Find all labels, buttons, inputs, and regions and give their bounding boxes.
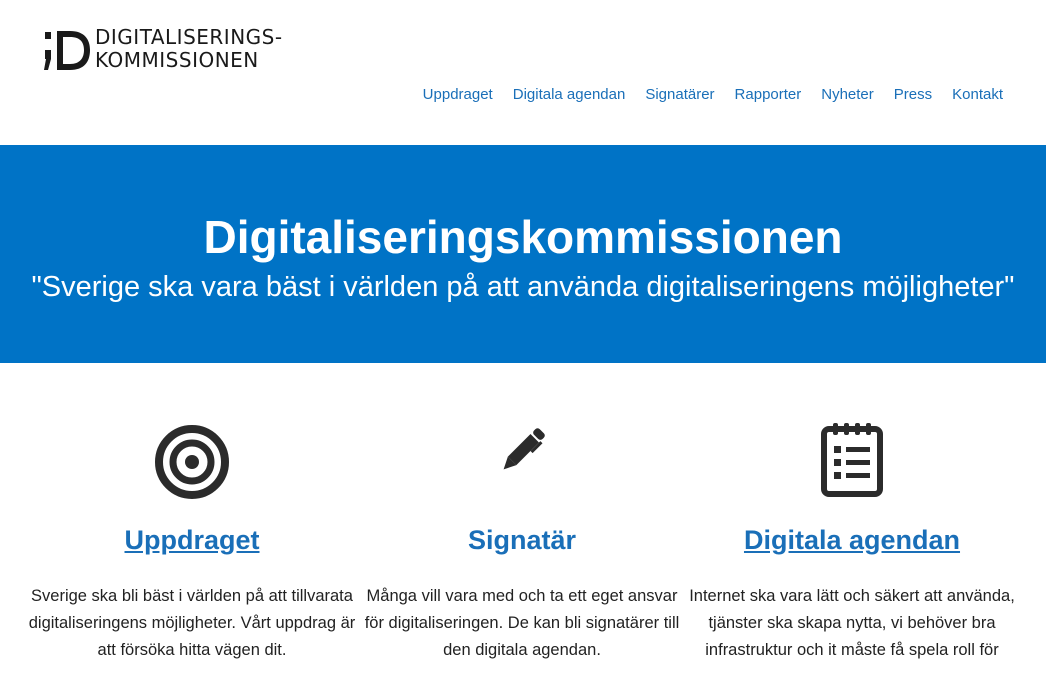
hero-subtitle: "Sverige ska vara bäst i världen på att … bbox=[31, 271, 1015, 303]
main-nav: Uppdraget Digitala agendan Signatärer Ra… bbox=[403, 86, 1003, 103]
feature-text-uppdraget: Sverige ska bli bäst i världen på att ti… bbox=[28, 587, 356, 659]
feature-columns: Uppdraget Sverige ska bli bäst i världen… bbox=[0, 363, 1046, 697]
feature-text-signatar: Många vill vara med och ta ett eget ansv… bbox=[364, 587, 680, 659]
nav-item-nyheter[interactable]: Nyheter bbox=[821, 86, 874, 103]
feature-title-digitala-agendan[interactable]: Digitala agendan bbox=[687, 523, 1017, 557]
nav-item-uppdraget[interactable]: Uppdraget bbox=[423, 86, 493, 103]
nav-item-rapporter[interactable]: Rapporter bbox=[735, 86, 802, 103]
logo-wordmark: DIGITALISERINGS- KOMMISSIONEN bbox=[95, 26, 283, 72]
nav-item-press[interactable]: Press bbox=[894, 86, 932, 103]
logo-line-1: DIGITALISERINGS- bbox=[95, 25, 283, 49]
logo-line-2: KOMMISSIONEN bbox=[95, 48, 259, 72]
feature-title-uppdraget[interactable]: Uppdraget bbox=[27, 523, 357, 557]
hero-title: Digitaliseringskommissionen bbox=[203, 211, 843, 263]
site-logo[interactable]: DIGITALISERINGS- KOMMISSIONEN bbox=[43, 26, 283, 74]
pen-icon bbox=[492, 421, 552, 486]
checklist-notepad-icon bbox=[821, 423, 883, 502]
feature-title-signatar: Signatär bbox=[467, 525, 577, 555]
site-header: DIGITALISERINGS- KOMMISSIONEN Uppdraget … bbox=[0, 0, 1046, 145]
nav-item-kontakt[interactable]: Kontakt bbox=[952, 86, 1003, 103]
target-icon bbox=[155, 425, 229, 504]
hero-banner: Digitaliseringskommissionen "Sverige ska… bbox=[0, 145, 1046, 363]
nav-item-digitala-agendan[interactable]: Digitala agendan bbox=[513, 86, 626, 103]
logo-mark-icon bbox=[43, 26, 93, 74]
nav-item-signatarer[interactable]: Signatärer bbox=[645, 86, 714, 103]
feature-text-digitala-agendan: Internet ska vara lätt och säkert att an… bbox=[689, 587, 1015, 659]
